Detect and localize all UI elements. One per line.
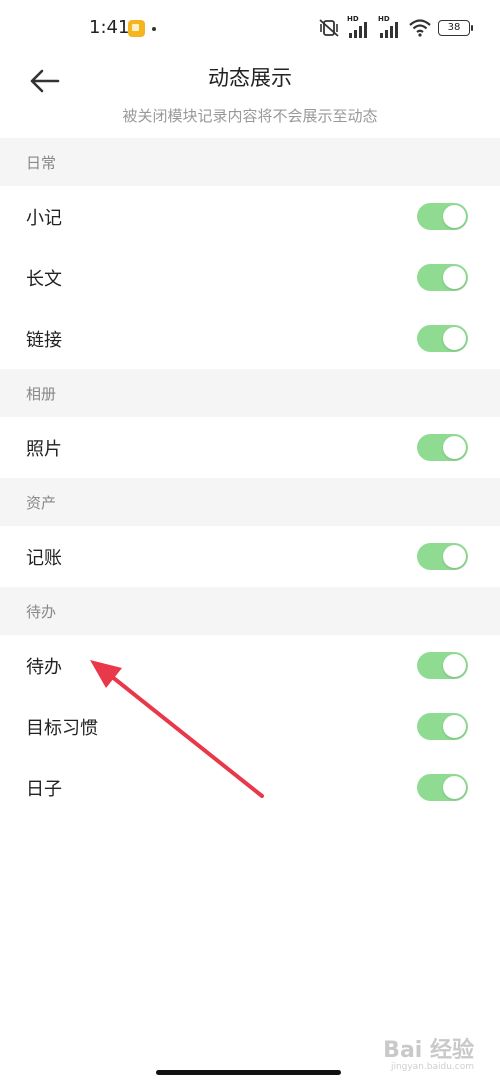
battery-icon: 38 xyxy=(438,20,473,36)
signal-hd-icon: HD xyxy=(347,15,371,38)
settings-list: 日常 小记 长文 链接 相册 照片 资产 记账 待办 待办 目标习惯 日子 xyxy=(0,138,500,818)
toggle-knob xyxy=(443,715,466,738)
toggle-knob xyxy=(443,205,466,228)
toggle-switch[interactable] xyxy=(417,203,468,230)
toggle-knob xyxy=(443,327,466,350)
notification-dot-icon xyxy=(152,27,156,31)
row-label: 日子 xyxy=(26,778,62,800)
row-label: 小记 xyxy=(26,207,62,229)
setting-row-days[interactable]: 日子 xyxy=(0,757,500,818)
setting-row-article[interactable]: 长文 xyxy=(0,247,500,308)
section-header-assets: 资产 xyxy=(0,478,500,526)
page-title: 动态展示 xyxy=(208,66,292,90)
wifi-icon xyxy=(409,19,431,37)
signal-hd-icon: HD xyxy=(378,15,402,38)
mute-vibrate-icon xyxy=(319,19,339,37)
setting-row-todo[interactable]: 待办 xyxy=(0,635,500,696)
toggle-switch[interactable] xyxy=(417,652,468,679)
status-bar: 1:41 HD HD 38 xyxy=(0,0,500,58)
toggle-switch[interactable] xyxy=(417,264,468,291)
toggle-knob xyxy=(443,776,466,799)
page-header: 动态展示 被关闭模块记录内容将不会展示至动态 xyxy=(0,58,500,138)
row-label: 记账 xyxy=(26,547,62,569)
row-label: 目标习惯 xyxy=(26,717,98,739)
toggle-switch[interactable] xyxy=(417,434,468,461)
row-label: 链接 xyxy=(26,329,62,351)
row-label: 照片 xyxy=(26,438,62,460)
setting-row-photo[interactable]: 照片 xyxy=(0,417,500,478)
notification-app-icon xyxy=(128,20,145,37)
watermark: Bai 经验 jingyan.baidu.com xyxy=(383,1038,474,1072)
page-subtitle: 被关闭模块记录内容将不会展示至动态 xyxy=(122,107,378,125)
toggle-switch[interactable] xyxy=(417,325,468,352)
section-header-todo: 待办 xyxy=(0,587,500,635)
toggle-switch[interactable] xyxy=(417,774,468,801)
row-label: 长文 xyxy=(26,268,62,290)
toggle-knob xyxy=(443,545,466,568)
home-indicator[interactable] xyxy=(156,1070,341,1075)
toggle-knob xyxy=(443,654,466,677)
toggle-knob xyxy=(443,436,466,459)
section-header-daily: 日常 xyxy=(0,138,500,186)
row-label: 待办 xyxy=(26,656,62,678)
section-header-album: 相册 xyxy=(0,369,500,417)
toggle-knob xyxy=(443,266,466,289)
setting-row-goals-habits[interactable]: 目标习惯 xyxy=(0,696,500,757)
toggle-switch[interactable] xyxy=(417,543,468,570)
status-time: 1:41 xyxy=(89,17,130,38)
setting-row-bookkeeping[interactable]: 记账 xyxy=(0,526,500,587)
setting-row-link[interactable]: 链接 xyxy=(0,308,500,369)
toggle-switch[interactable] xyxy=(417,713,468,740)
setting-row-note[interactable]: 小记 xyxy=(0,186,500,247)
